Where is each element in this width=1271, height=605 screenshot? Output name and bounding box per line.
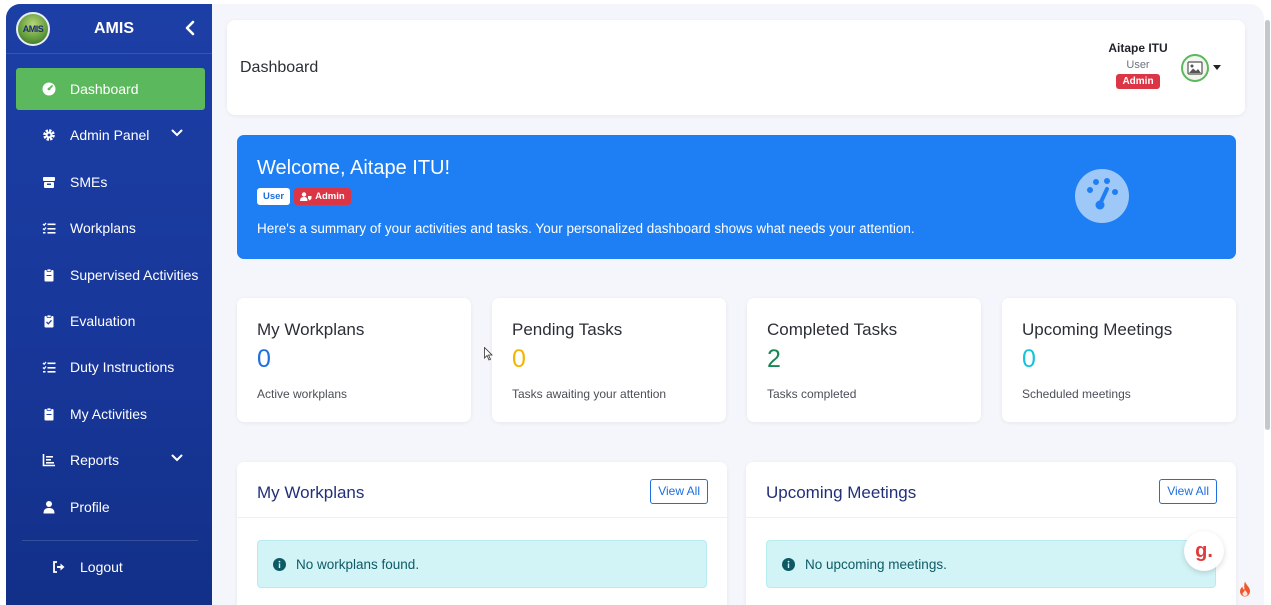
app-window: AMIS AMIS Dashboard Admin Panel SMEs Wor… [6,4,1264,605]
user-shield-icon [300,192,312,201]
sidebar-item-label: My Activities [70,405,148,422]
mouse-cursor-icon [484,347,493,361]
sidebar-nav: Dashboard Admin Panel SMEs Workplans Sup… [6,68,212,532]
brand-header: AMIS AMIS [6,4,212,54]
welcome-banner: Welcome, Aitape ITU! User Admin Here's a… [237,135,1236,259]
page-title: Dashboard [240,59,319,76]
stat-value: 0 [1022,345,1036,373]
logout-label: Logout [80,559,123,575]
upcoming-meetings-panel: Upcoming Meetings View All No upcoming m… [746,462,1236,605]
list-check-icon [42,221,56,235]
stat-card-completed-tasks: Completed Tasks 2 Tasks completed [747,298,981,422]
gear-icon [42,128,56,142]
stat-value: 0 [257,345,271,373]
sidebar-item-label: Evaluation [70,312,136,329]
chart-icon [42,453,56,467]
stat-card-my-workplans: My Workplans 0 Active workplans [237,298,471,422]
flame-icon[interactable] [1238,581,1252,597]
my-workplans-panel: My Workplans View All No workplans found… [237,462,727,605]
sidebar-item-evaluation[interactable]: Evaluation [16,300,205,342]
sidebar-item-supervised-activities[interactable]: Supervised Activities [16,254,205,296]
user-info: Aitape ITU User Admin [1103,41,1173,89]
empty-state-message: No workplans found. [296,556,420,572]
chevron-down-icon [171,454,183,462]
sidebar-item-label: SMEs [70,173,108,190]
panel-title: My Workplans [257,483,365,502]
admin-role-badge: Admin [294,188,351,205]
stat-card-upcoming-meetings: Upcoming Meetings 0 Scheduled meetings [1002,298,1236,422]
stat-subtitle: Active workplans [257,387,348,401]
view-all-meetings-button[interactable]: View All [1159,479,1217,504]
sidebar-item-profile[interactable]: Profile [16,486,205,528]
sidebar-item-workplans[interactable]: Workplans [16,207,205,249]
sidebar-item-label: Reports [70,452,120,469]
image-placeholder-icon [1187,61,1203,75]
panel-header: Upcoming Meetings View All [746,462,1236,518]
logout-icon [52,560,66,574]
collapse-sidebar-button[interactable] [182,18,198,38]
stat-title: Completed Tasks [767,320,898,339]
sidebar: AMIS AMIS Dashboard Admin Panel SMEs Wor… [6,4,212,605]
sidebar-item-reports[interactable]: Reports [16,439,205,481]
clipboard-icon [42,268,56,282]
welcome-title: Welcome, Aitape ITU! [257,157,451,179]
user-role: User [1126,59,1150,71]
user-role-badge: User [257,188,291,205]
sidebar-item-label: Dashboard [70,81,139,97]
sidebar-item-label: Admin Panel [70,127,150,144]
stat-subtitle: Tasks completed [767,387,857,401]
empty-state-alert: No upcoming meetings. [766,540,1216,588]
stat-value: 2 [767,345,781,373]
view-all-workplans-button[interactable]: View All [650,479,708,504]
gauge-icon [1075,169,1129,223]
logout-button[interactable]: Logout [26,546,215,588]
chevron-down-icon [171,129,183,137]
sidebar-item-label: Duty Instructions [70,359,175,376]
sidebar-item-label: Profile [70,498,110,515]
main-content: Dashboard Aitape ITU User Admin Welcome,… [212,4,1264,605]
chevron-left-icon [185,20,195,36]
sidebar-item-smes[interactable]: SMEs [16,161,205,203]
sidebar-divider [22,540,198,541]
empty-state-message: No upcoming meetings. [805,556,947,572]
stat-card-pending-tasks: Pending Tasks 0 Tasks awaiting your atte… [492,298,726,422]
app-logo: AMIS [16,12,50,46]
role-badges: User Admin [257,188,351,205]
stat-title: Pending Tasks [512,320,623,339]
info-circle-icon [273,557,286,571]
list-check-icon [42,360,56,374]
caret-down-icon[interactable] [1213,65,1221,71]
panel-title: Upcoming Meetings [766,483,917,502]
sidebar-item-my-activities[interactable]: My Activities [16,393,205,435]
clipboard-icon [42,407,56,421]
info-circle-icon [782,557,795,571]
sidebar-item-label: Workplans [70,220,136,237]
brand-name: AMIS [94,20,134,37]
page-scrollbar[interactable] [1265,20,1270,430]
stat-subtitle: Tasks awaiting your attention [512,387,667,401]
empty-state-alert: No workplans found. [257,540,707,588]
stat-value: 0 [512,345,526,373]
admin-role-label: Admin [315,191,345,202]
admin-badge: Admin [1116,74,1160,89]
welcome-message: Here's a summary of your activities and … [257,221,915,236]
panel-header: My Workplans View All [237,462,727,518]
top-header: Dashboard Aitape ITU User Admin [227,20,1245,115]
box-icon [42,175,56,189]
user-name: Aitape ITU [1108,41,1168,55]
sidebar-item-label: Supervised Activities [70,266,199,283]
stat-title: My Workplans [257,320,365,339]
grammarly-button[interactable]: g. [1184,531,1224,571]
sidebar-item-admin-panel[interactable]: Admin Panel [16,114,205,156]
user-icon [42,500,56,514]
avatar[interactable] [1181,54,1209,82]
gauge-icon [42,82,56,96]
stat-title: Upcoming Meetings [1022,320,1173,339]
sidebar-item-duty-instructions[interactable]: Duty Instructions [16,346,205,388]
stat-subtitle: Scheduled meetings [1022,387,1131,401]
clipboard-check-icon [42,314,56,328]
sidebar-item-dashboard[interactable]: Dashboard [16,68,205,110]
